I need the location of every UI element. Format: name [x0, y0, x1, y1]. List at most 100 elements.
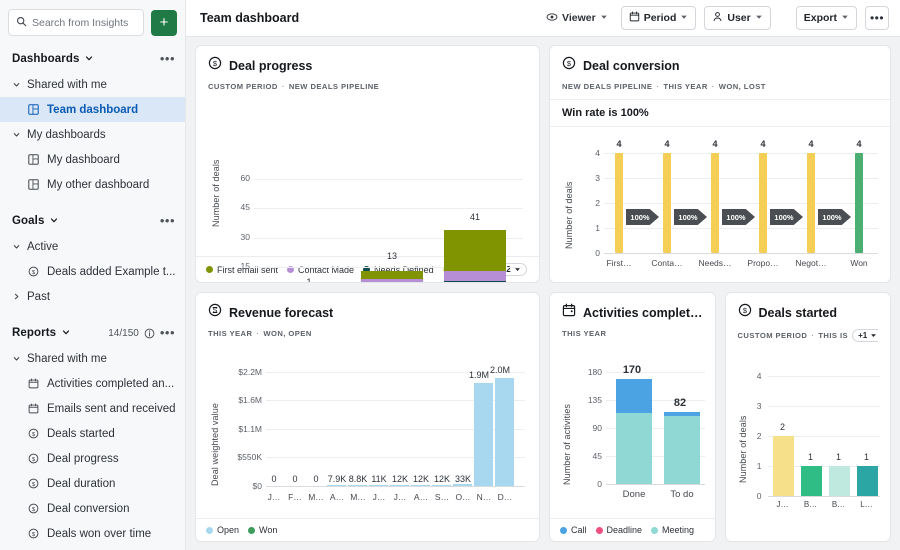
chart-legend: Call Deadline Meeting [550, 518, 715, 541]
x-tick: Propo… [738, 258, 788, 268]
sidebar-group-my-dashboards[interactable]: My dashboards [0, 122, 185, 147]
bar-value-label: 4 [646, 139, 688, 149]
bar[interactable] [369, 485, 388, 486]
bar[interactable] [829, 466, 850, 496]
gridline [604, 153, 878, 154]
bar[interactable] [615, 153, 623, 253]
bar[interactable] [432, 485, 451, 486]
bar-segment[interactable] [444, 271, 506, 281]
card-deal-progress: $ Deal progress CUSTOM PERIOD · NEW DEAL… [195, 45, 540, 283]
sidebar-item-team-dashboard[interactable]: Team dashboard [0, 97, 185, 122]
bar[interactable] [663, 153, 671, 253]
sidebar-item-deal-duration[interactable]: $ Deal duration [0, 471, 185, 496]
legend-item[interactable]: Won [248, 525, 277, 535]
chart-deal-conversion: Number of deals 4 3 2 1 0 4 First… 4 [550, 127, 890, 282]
search-input[interactable] [32, 17, 136, 29]
bar[interactable] [807, 153, 815, 253]
dashboard-row-2-right: Activities complete… THIS YEAR Number of… [549, 292, 891, 542]
y-tick: 0 [578, 248, 600, 258]
bar-segment[interactable] [664, 416, 700, 484]
bar-total-label: 41 [435, 212, 515, 222]
bar-value-label: 4 [742, 139, 784, 149]
bar-segment[interactable] [444, 281, 506, 283]
deal-icon: $ [28, 478, 47, 489]
sidebar-section-dashboards[interactable]: Dashboards ••• [0, 46, 185, 72]
bar[interactable] [773, 436, 794, 496]
section-title-reports: Reports [12, 327, 56, 339]
bar-segment[interactable] [616, 379, 652, 413]
sidebar-group-label: Active [27, 241, 58, 253]
sidebar-group-reports-shared[interactable]: Shared with me [0, 346, 185, 371]
dashboards-more-icon[interactable]: ••• [160, 56, 175, 62]
conversion-rate-badge: 100% [818, 209, 851, 225]
reports-more-icon[interactable]: ••• [160, 330, 175, 336]
bar[interactable] [327, 485, 346, 486]
sidebar-item-deals-won-over-time[interactable]: $ Deals won over time [0, 521, 185, 546]
bar[interactable] [411, 485, 430, 486]
sidebar-item-my-dashboard[interactable]: My dashboard [0, 147, 185, 172]
legend-item[interactable]: Deadline [596, 525, 643, 535]
sidebar-item-activities-completed[interactable]: Activities completed an... [0, 371, 185, 396]
bar-segment[interactable] [361, 271, 423, 279]
bar-segment[interactable] [616, 413, 652, 484]
info-icon[interactable] [144, 328, 155, 339]
bar[interactable] [495, 378, 514, 486]
legend-item[interactable]: Contact Made [287, 265, 354, 275]
sidebar-item-deals-added-example[interactable]: $ Deals added Example t... [0, 259, 185, 284]
bar-segment[interactable] [444, 230, 506, 271]
sidebar-item-deal-progress[interactable]: $ Deal progress [0, 446, 185, 471]
y-axis-title: Number of activities [562, 360, 572, 485]
sidebar-item-deal-conversion[interactable]: $ Deal conversion [0, 496, 185, 521]
sidebar-group-active[interactable]: Active [0, 234, 185, 259]
bar-value-label: 4 [598, 139, 640, 149]
legend-item[interactable]: Open [206, 525, 239, 535]
legend-item[interactable]: Call [560, 525, 587, 535]
bar-segment[interactable] [361, 279, 423, 283]
subtitle-separator: · [712, 82, 715, 91]
y-tick: 45 [218, 202, 250, 212]
sidebar-item-deals-started[interactable]: $ Deals started [0, 421, 185, 446]
sidebar-group-label: Shared with me [27, 353, 107, 365]
sidebar-item-emails-sent-received[interactable]: Emails sent and received [0, 396, 185, 421]
card-title: Deals started [759, 306, 838, 320]
y-tick: 1 [744, 461, 762, 471]
add-button[interactable]: + [151, 10, 177, 36]
goals-more-icon[interactable]: ••• [160, 218, 175, 224]
bar[interactable] [453, 484, 472, 486]
sidebar-group-label: My dashboards [27, 129, 106, 141]
bar[interactable] [348, 485, 367, 486]
search-box[interactable] [8, 9, 144, 36]
section-title-goals: Goals [12, 215, 44, 227]
user-dropdown[interactable]: User [704, 6, 770, 30]
bar-value-label: 2 [766, 422, 800, 432]
chart-deal-progress: Number of deals 60 45 30 15 0 1 [196, 99, 539, 256]
y-tick: $0 [220, 481, 262, 491]
bar[interactable] [474, 383, 493, 486]
sidebar-group-shared-with-me[interactable]: Shared with me [0, 72, 185, 97]
export-button[interactable]: Export [796, 6, 857, 30]
legend-swatch [560, 527, 567, 534]
bar[interactable] [759, 153, 767, 253]
card-title: Deal progress [229, 59, 312, 73]
viewer-dropdown[interactable]: Viewer [541, 7, 613, 30]
more-options-button[interactable]: ••• [865, 6, 889, 30]
y-tick: 1 [578, 223, 600, 233]
x-tick: First… [594, 258, 644, 268]
period-dropdown[interactable]: Period [621, 6, 697, 30]
card-header: $ Deal conversion NEW DEALS PIPELINE · T… [550, 46, 890, 99]
bar[interactable] [855, 153, 863, 253]
subtitle-pipeline: NEW DEALS PIPELINE [562, 82, 652, 91]
sidebar-item-my-other-dashboard[interactable]: My other dashboard [0, 172, 185, 197]
sidebar-section-goals[interactable]: Goals ••• [0, 208, 185, 234]
legend-item[interactable]: Meeting [651, 525, 694, 535]
bar[interactable] [801, 466, 822, 496]
bar[interactable] [390, 485, 409, 486]
legend-label: Open [217, 525, 239, 535]
sidebar-group-past[interactable]: Past [0, 284, 185, 309]
sidebar-item-label: Deal progress [47, 453, 119, 465]
x-tick: Needs… [690, 258, 740, 268]
sidebar-section-reports[interactable]: Reports 14/150 ••• [0, 320, 185, 346]
subtitle-more-chip[interactable]: +1 [852, 329, 878, 342]
bar[interactable] [857, 466, 878, 496]
bar[interactable] [711, 153, 719, 253]
